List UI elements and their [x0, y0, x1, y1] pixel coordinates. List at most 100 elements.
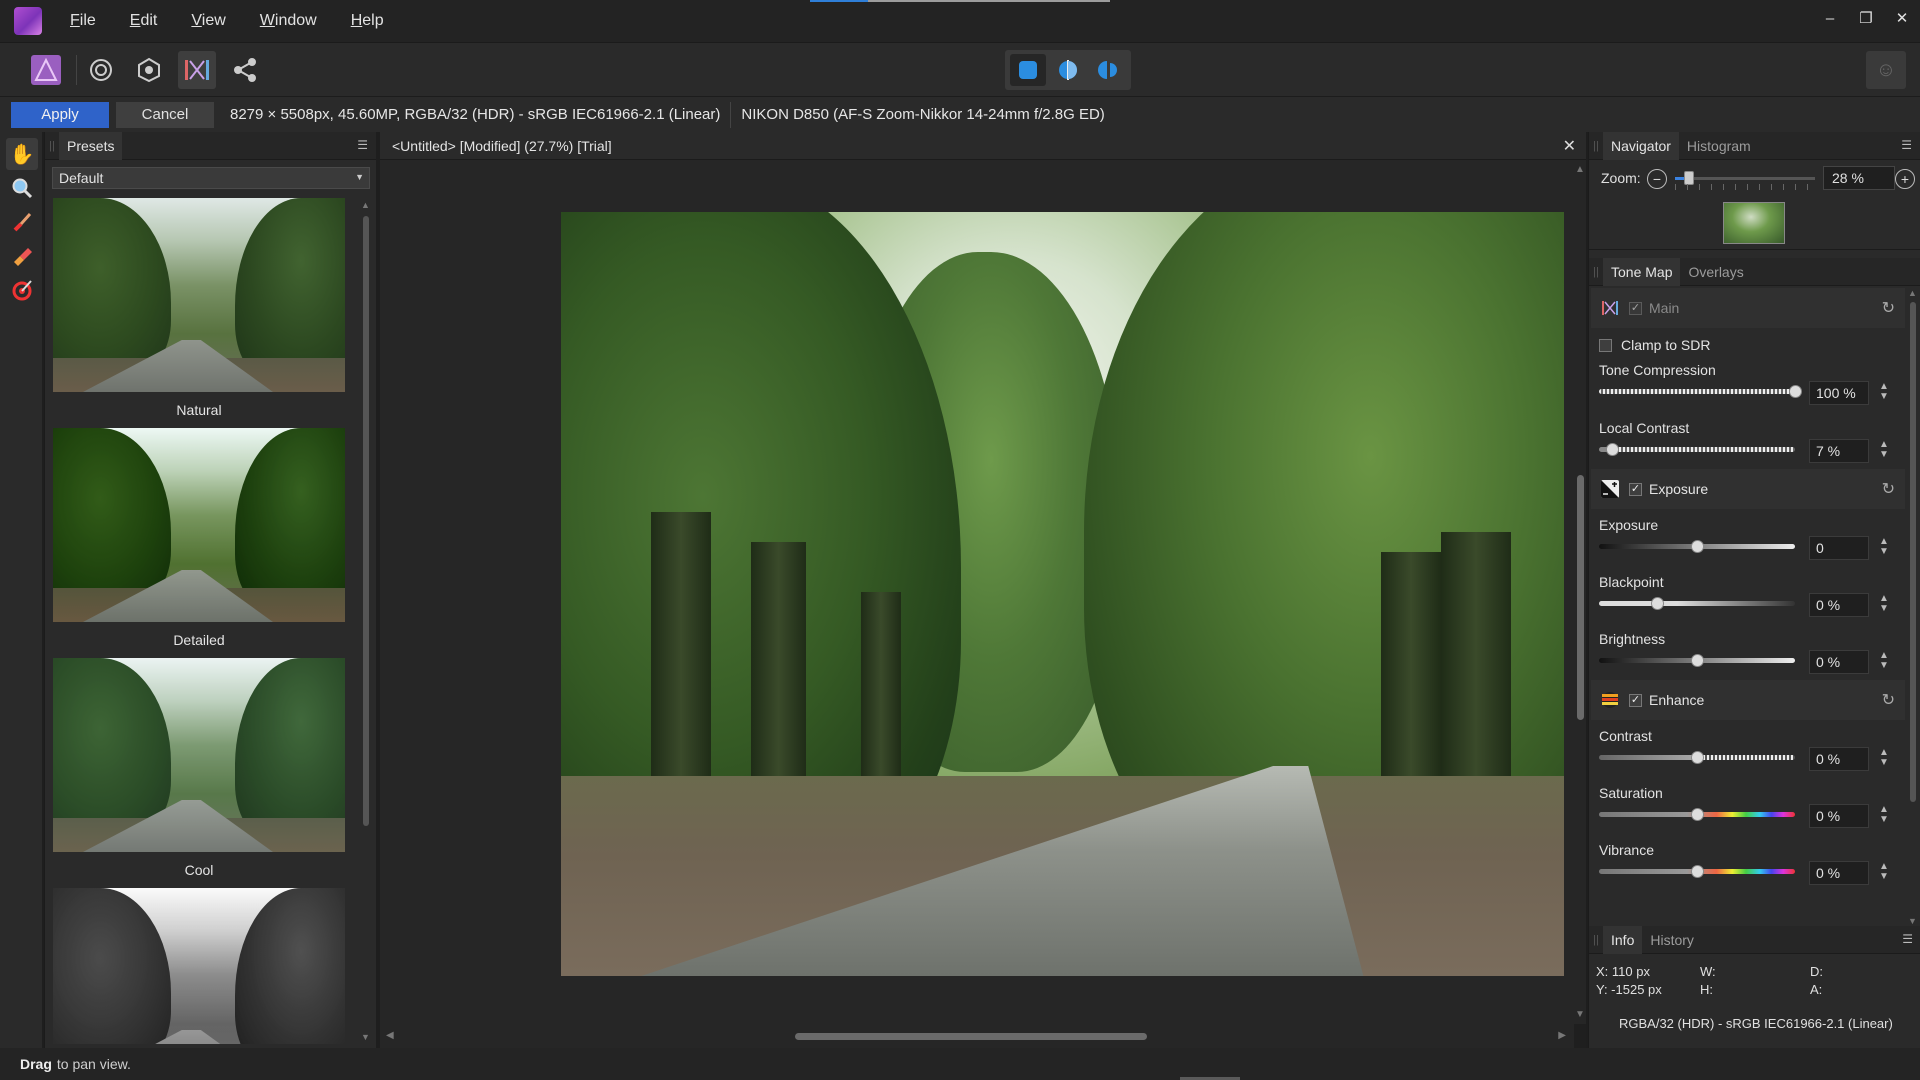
single-view-button[interactable] — [1010, 54, 1046, 86]
zoom-slider[interactable] — [1675, 177, 1815, 180]
tab-tone-map[interactable]: Tone Map — [1603, 258, 1680, 286]
enhance-checkbox[interactable]: ✓ — [1629, 694, 1642, 707]
panel-grip[interactable]: || — [1589, 258, 1603, 286]
stepper-icon[interactable]: ▲▼ — [1879, 537, 1889, 557]
tone-compression-knob[interactable] — [1789, 385, 1802, 398]
preset-natural[interactable]: Natural — [53, 198, 345, 428]
navigator-preview[interactable] — [1589, 196, 1920, 250]
preset-detailed[interactable]: Detailed — [53, 428, 345, 658]
restore-icon[interactable]: ❐ — [1848, 0, 1884, 36]
split-view-button[interactable] — [1050, 54, 1086, 86]
exposure-checkbox[interactable]: ✓ — [1629, 483, 1642, 496]
mirror-view-button[interactable] — [1090, 54, 1126, 86]
local-contrast-value[interactable]: 7 % — [1809, 439, 1869, 463]
menu-help[interactable]: Help — [351, 12, 384, 30]
tab-info[interactable]: Info — [1603, 926, 1642, 954]
panel-menu-icon[interactable]: ☰ — [1901, 138, 1912, 152]
vibrance-value[interactable]: 0 % — [1809, 861, 1869, 885]
export-persona-button[interactable] — [226, 51, 264, 89]
tone-compression-value[interactable]: 100 % — [1809, 381, 1869, 405]
saturation-knob[interactable] — [1691, 808, 1704, 821]
panel-menu-icon[interactable]: ☰ — [1902, 932, 1913, 946]
stepper-icon[interactable]: ▲▼ — [1879, 382, 1889, 402]
zoom-in-icon[interactable]: + — [1895, 169, 1915, 189]
stepper-icon[interactable]: ▲▼ — [1879, 594, 1889, 614]
reset-icon[interactable]: ↻ — [1882, 298, 1895, 318]
main-group-header[interactable]: ✓ Main ↻ — [1591, 288, 1905, 328]
tone-compression-slider[interactable] — [1599, 389, 1795, 394]
apply-button[interactable]: Apply — [11, 102, 109, 128]
cursor-y: Y: -1525 px — [1596, 982, 1662, 997]
stepper-icon[interactable]: ▲▼ — [1879, 651, 1889, 671]
panel-grip[interactable]: || — [45, 132, 59, 160]
stepper-icon[interactable]: ▲▼ — [1879, 805, 1889, 825]
close-document-icon[interactable]: ✕ — [1563, 136, 1576, 156]
contrast-knob[interactable] — [1691, 751, 1704, 764]
menu-edit[interactable]: Edit — [130, 12, 158, 30]
tone-mapping-persona-button[interactable] — [178, 51, 216, 89]
presets-panel: || Presets ☰ Default ▼ Natural Detailed … — [44, 132, 376, 1048]
main-checkbox[interactable]: ✓ — [1629, 302, 1642, 315]
local-contrast-slider[interactable] — [1599, 447, 1795, 452]
reset-icon[interactable]: ↻ — [1882, 479, 1895, 499]
blackpoint-slider[interactable] — [1599, 601, 1795, 606]
blackpoint-value[interactable]: 0 % — [1809, 593, 1869, 617]
panel-grip[interactable]: || — [1589, 926, 1603, 954]
tab-histogram[interactable]: Histogram — [1679, 132, 1759, 160]
clamp-to-sdr-row[interactable]: Clamp to SDR — [1589, 328, 1907, 362]
zoom-tool[interactable] — [6, 172, 38, 204]
clamp-to-sdr-checkbox[interactable] — [1599, 339, 1612, 352]
close-window-icon[interactable]: ✕ — [1884, 0, 1920, 36]
account-button[interactable]: ☺ — [1866, 51, 1906, 89]
vibrance-knob[interactable] — [1691, 865, 1704, 878]
tab-history[interactable]: History — [1642, 926, 1702, 954]
erase-brush-tool[interactable] — [6, 240, 38, 272]
photo-persona-icon — [30, 54, 62, 86]
preset-thumbnail — [53, 888, 345, 1044]
enhance-group-header[interactable]: ✓ Enhance ↻ — [1591, 680, 1905, 720]
document-tab[interactable]: <Untitled> [Modified] (27.7%) [Trial] ✕ — [380, 132, 1586, 160]
stepper-icon[interactable]: ▲▼ — [1879, 862, 1889, 882]
zoom-value[interactable]: 28 % — [1823, 166, 1895, 190]
develop-persona-button[interactable] — [130, 51, 168, 89]
tone-map-scrollbar[interactable]: ▲ ▼ — [1907, 288, 1919, 926]
status-hint-key: Drag — [20, 1056, 52, 1072]
zoom-out-icon[interactable]: − — [1647, 169, 1667, 189]
exposure-group-header[interactable]: ✓ Exposure ↻ — [1591, 469, 1905, 509]
menu-window[interactable]: Window — [260, 12, 317, 30]
stepper-icon[interactable]: ▲▼ — [1879, 440, 1889, 460]
preset-cool[interactable]: Cool — [53, 658, 345, 888]
tab-presets[interactable]: Presets — [59, 132, 122, 160]
reset-icon[interactable]: ↻ — [1882, 690, 1895, 710]
vertical-scrollbar[interactable]: ▲▼ — [1574, 160, 1586, 1024]
minimize-icon[interactable]: – — [1812, 0, 1848, 36]
presets-scrollbar[interactable]: ▲ ▼ — [360, 198, 372, 1044]
mask-tool[interactable] — [6, 274, 38, 306]
local-contrast-knob[interactable] — [1606, 443, 1619, 456]
contrast-value[interactable]: 0 % — [1809, 747, 1869, 771]
stepper-icon[interactable]: ▲▼ — [1879, 748, 1889, 768]
tab-navigator[interactable]: Navigator — [1603, 132, 1679, 160]
photo-persona-button[interactable] — [27, 51, 65, 89]
menu-view[interactable]: View — [191, 12, 225, 30]
liquify-persona-button[interactable] — [82, 51, 120, 89]
tab-overlays[interactable]: Overlays — [1680, 258, 1751, 286]
exposure-knob[interactable] — [1691, 540, 1704, 553]
blackpoint-knob[interactable] — [1651, 597, 1664, 610]
brightness-knob[interactable] — [1691, 654, 1704, 667]
panel-grip[interactable]: || — [1589, 132, 1603, 160]
brush-tool[interactable] — [6, 206, 38, 238]
preset-label: Natural — [53, 392, 345, 428]
blackpoint-label: Blackpoint — [1599, 574, 1664, 590]
horizontal-scrollbar[interactable]: ◀▶ — [380, 1024, 1574, 1048]
view-tool[interactable]: ✋ — [6, 138, 38, 170]
preset-black-white[interactable] — [53, 888, 345, 1044]
menu-file[interactable]: File — [70, 12, 96, 30]
brightness-value[interactable]: 0 % — [1809, 650, 1869, 674]
preset-category-select[interactable]: Default ▼ — [52, 167, 370, 189]
saturation-value[interactable]: 0 % — [1809, 804, 1869, 828]
cancel-button[interactable]: Cancel — [116, 102, 214, 128]
canvas[interactable] — [380, 160, 1574, 1024]
panel-menu-icon[interactable]: ☰ — [357, 138, 368, 152]
exposure-value[interactable]: 0 — [1809, 536, 1869, 560]
